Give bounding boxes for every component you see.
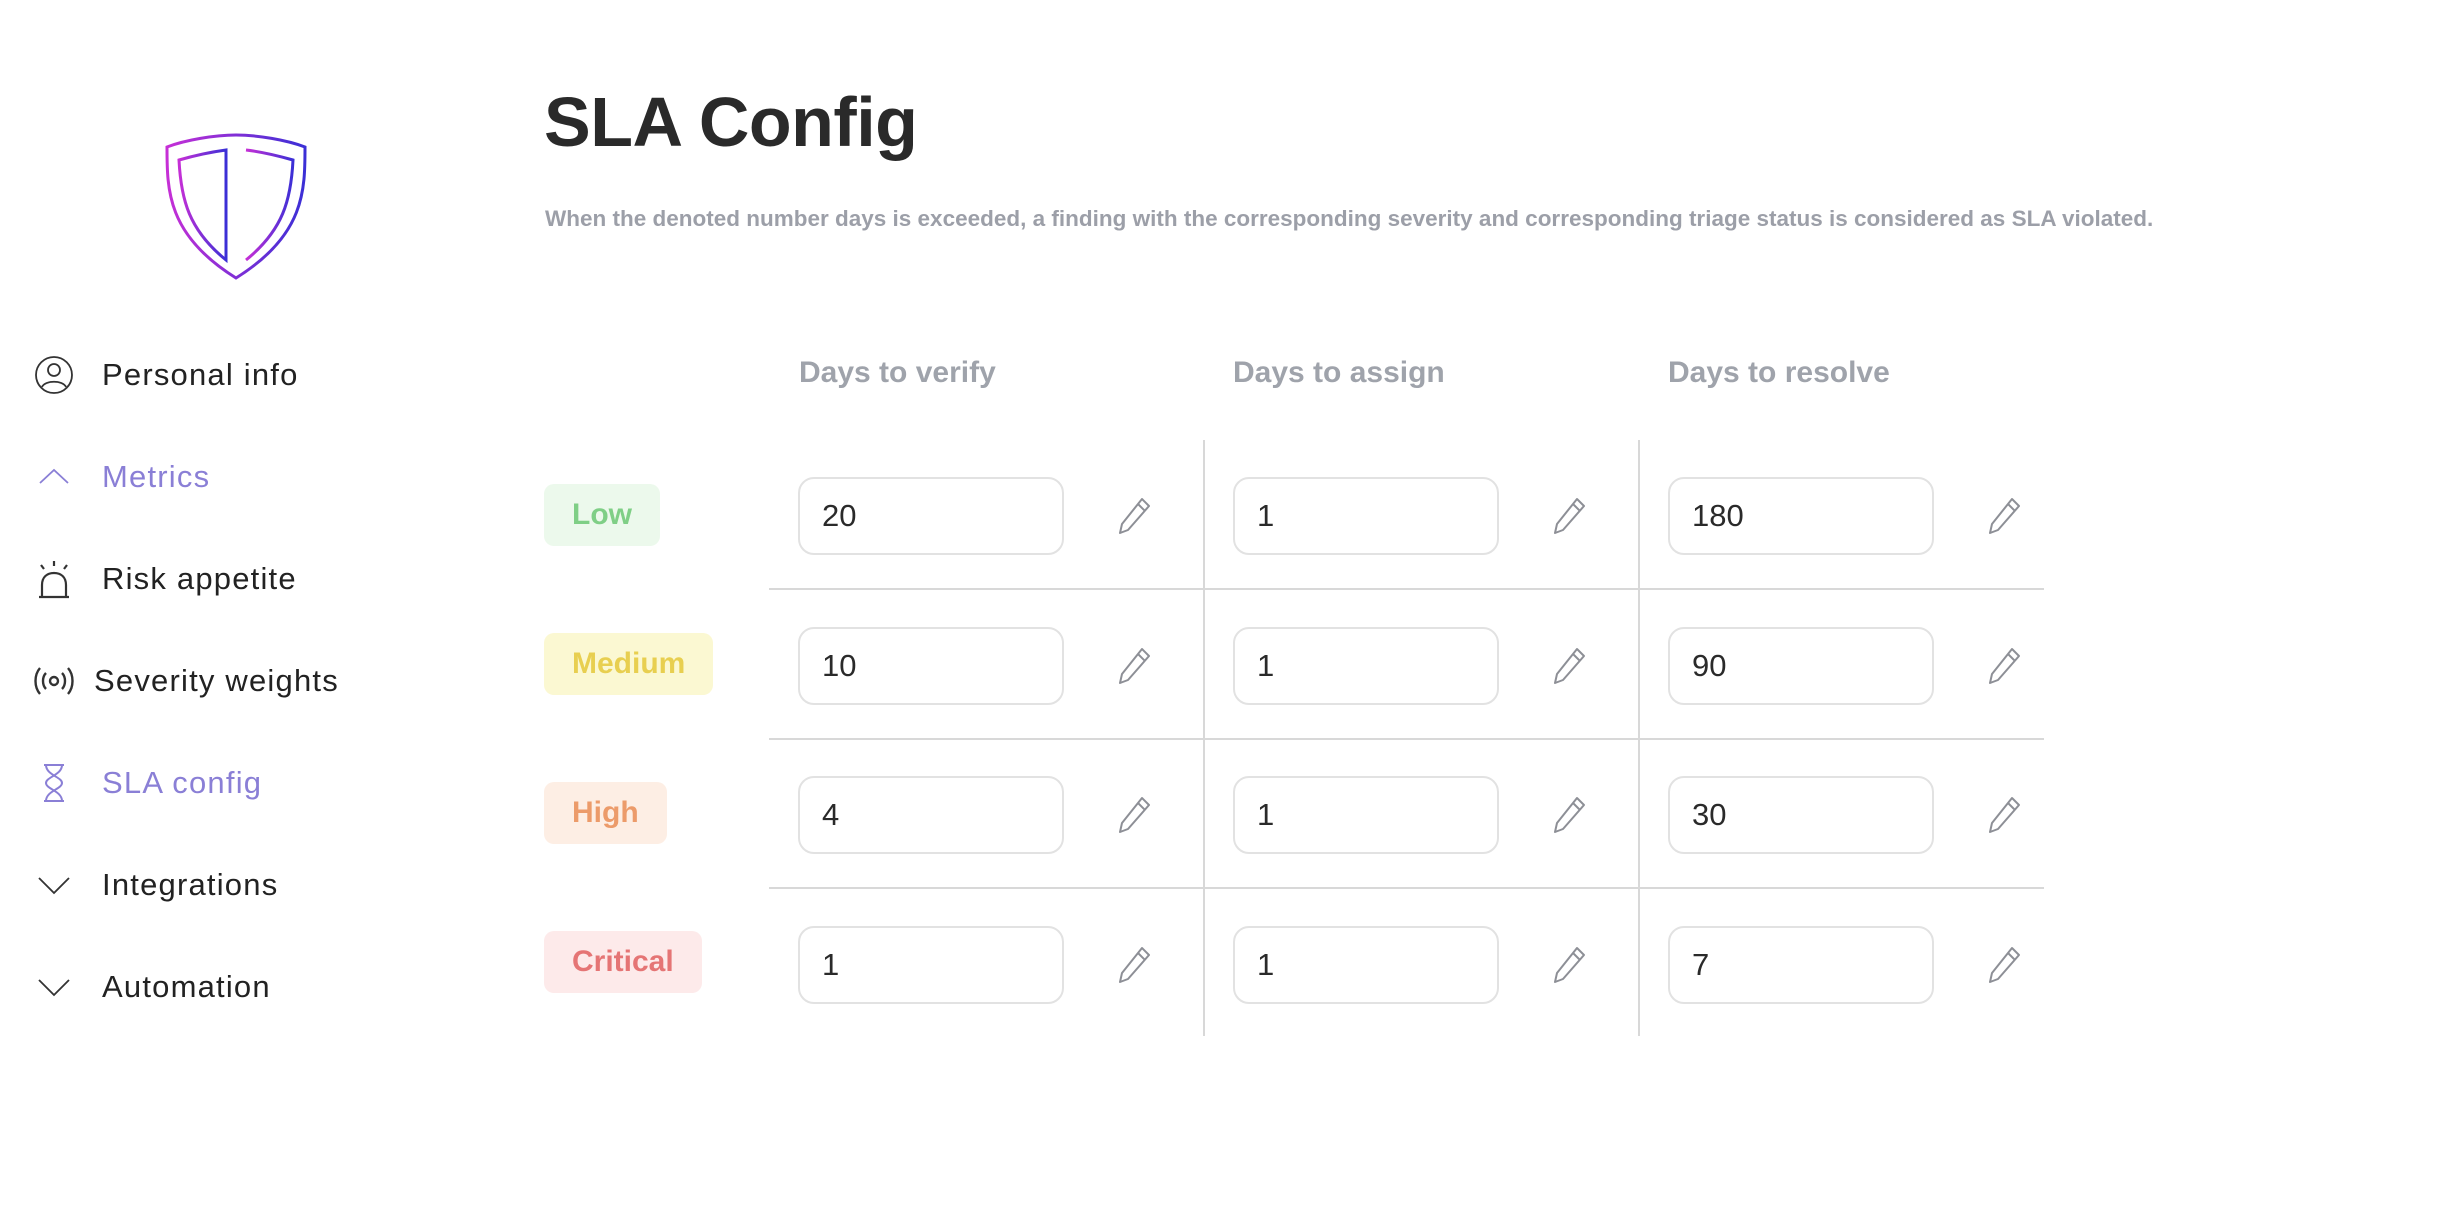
sidebar-item-risk-appetite[interactable]: Risk appetite: [32, 549, 297, 609]
pencil-icon[interactable]: [1551, 945, 1587, 985]
sidebar-item-label: Severity weights: [94, 663, 339, 698]
sidebar-item-personal-info[interactable]: Personal info: [32, 345, 299, 405]
pencil-icon[interactable]: [1116, 496, 1152, 536]
sidebar-item-sla-config[interactable]: SLA config: [32, 753, 262, 813]
sidebar-item-label: Integrations: [102, 867, 279, 902]
days-to-assign-input[interactable]: 1: [1233, 776, 1499, 854]
pencil-icon[interactable]: [1986, 795, 2022, 835]
sidebar-item-label: Automation: [102, 969, 271, 1004]
row-divider: [769, 738, 2044, 740]
sidebar-item-severity-weights[interactable]: Severity weights: [32, 651, 339, 711]
pencil-icon[interactable]: [1986, 646, 2022, 686]
sidebar-item-automation[interactable]: Automation: [32, 957, 271, 1017]
days-to-resolve-input[interactable]: 7: [1668, 926, 1934, 1004]
days-to-verify-input[interactable]: 20: [798, 477, 1064, 555]
shield-logo: [163, 130, 309, 282]
chevron-down-icon: [32, 965, 76, 1009]
pencil-icon[interactable]: [1116, 945, 1152, 985]
page-title: SLA Config: [544, 83, 918, 161]
pencil-icon[interactable]: [1116, 795, 1152, 835]
column-header-days-to-resolve: Days to resolve: [1668, 356, 1890, 389]
days-to-resolve-input[interactable]: 30: [1668, 776, 1934, 854]
pencil-icon[interactable]: [1986, 496, 2022, 536]
broadcast-icon: [32, 659, 76, 703]
pencil-icon[interactable]: [1551, 795, 1587, 835]
sidebar-item-label: Risk appetite: [102, 561, 297, 596]
chevron-down-icon: [32, 863, 76, 907]
sidebar-item-metrics[interactable]: Metrics: [32, 447, 210, 507]
sidebar-item-label: Metrics: [102, 459, 211, 494]
pencil-icon[interactable]: [1116, 646, 1152, 686]
alarm-bell-icon: [32, 557, 76, 601]
column-header-days-to-assign: Days to assign: [1233, 356, 1445, 389]
column-header-days-to-verify: Days to verify: [799, 356, 996, 389]
row-divider: [769, 588, 2044, 590]
severity-badge-high: High: [544, 782, 667, 844]
days-to-assign-input[interactable]: 1: [1233, 627, 1499, 705]
pencil-icon[interactable]: [1551, 496, 1587, 536]
sidebar-item-label: Personal info: [102, 357, 299, 392]
days-to-assign-input[interactable]: 1: [1233, 477, 1499, 555]
days-to-verify-input[interactable]: 10: [798, 627, 1064, 705]
severity-badge-medium: Medium: [544, 633, 714, 695]
days-to-verify-input[interactable]: 4: [798, 776, 1064, 854]
days-to-resolve-input[interactable]: 180: [1668, 477, 1934, 555]
pencil-icon[interactable]: [1986, 945, 2022, 985]
sidebar-item-integrations[interactable]: Integrations: [32, 855, 278, 915]
user-circle-icon: [32, 353, 76, 397]
page-description: When the denoted number days is exceeded…: [545, 206, 2154, 231]
severity-badge-low: Low: [544, 484, 660, 546]
chevron-up-icon: [32, 455, 76, 499]
hourglass-icon: [32, 761, 76, 805]
sidebar-item-label: SLA config: [102, 765, 263, 800]
row-divider: [769, 887, 2044, 889]
days-to-assign-input[interactable]: 1: [1233, 926, 1499, 1004]
days-to-resolve-input[interactable]: 90: [1668, 627, 1934, 705]
pencil-icon[interactable]: [1551, 646, 1587, 686]
days-to-verify-input[interactable]: 1: [798, 926, 1064, 1004]
severity-badge-critical: Critical: [544, 931, 702, 993]
